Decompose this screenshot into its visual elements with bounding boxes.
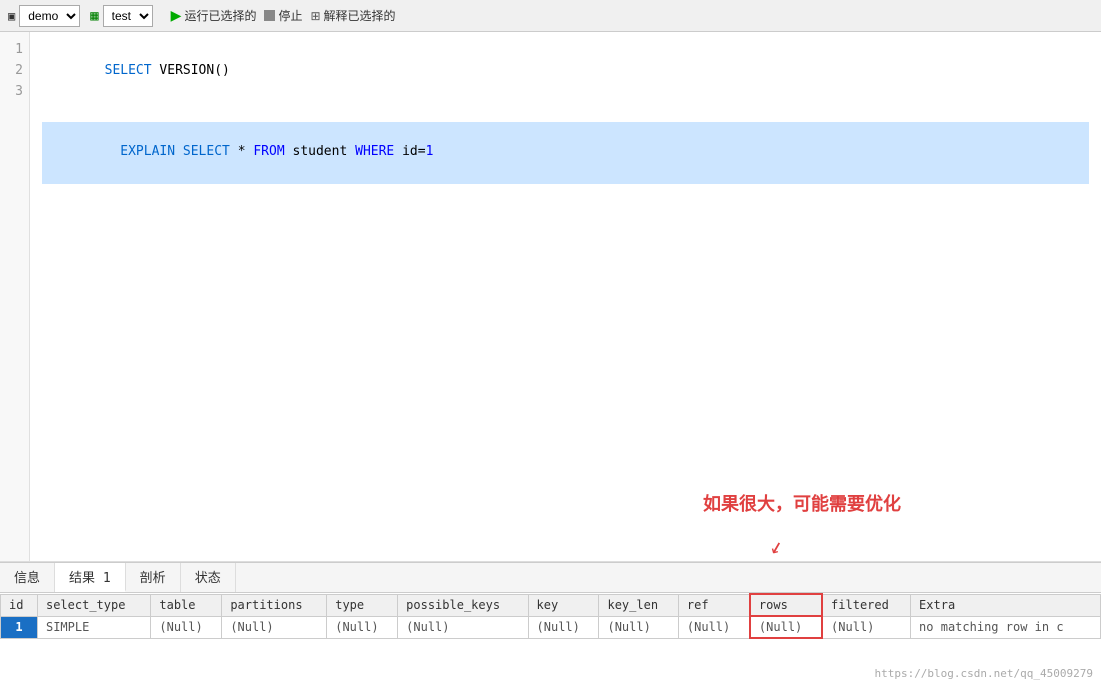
cell-partitions: (Null) — [222, 616, 327, 638]
stop-icon — [264, 10, 275, 21]
tab-profiling[interactable]: 剖析 — [126, 563, 181, 592]
tbl-student: student — [293, 144, 348, 159]
col-header-rows: rows — [750, 594, 822, 616]
val-1: 1 — [426, 144, 434, 159]
bottom-tabs: 信息 结果 1 剖析 状态 — [0, 562, 1101, 593]
run-icon: ▶ — [171, 7, 182, 24]
stop-button[interactable]: 停止 — [264, 7, 302, 24]
explain-icon: ⊞ — [310, 9, 320, 23]
line-numbers: 1 2 3 — [0, 32, 30, 561]
tab-info[interactable]: 信息 — [0, 563, 55, 592]
cell-id: 1 — [1, 616, 38, 638]
code-editor[interactable]: 1 2 3 SELECT VERSION() EXPLAIN SELECT * … — [0, 32, 1101, 562]
table-header-row: id select_type table partitions type pos… — [1, 594, 1101, 616]
cell-ref: (Null) — [678, 616, 750, 638]
code-line-1: SELECT VERSION() — [42, 40, 1089, 60]
col-header-table: table — [151, 594, 222, 616]
kw-select2: SELECT — [183, 144, 230, 159]
kw-from: FROM — [253, 144, 284, 159]
col-header-type: type — [327, 594, 398, 616]
annotation-text: 如果很大，可能需要优化 — [703, 490, 901, 516]
toolbar: ▣ demo ▦ test ▶ 运行已选择的 停止 ⊞ 解释已选择的 — [0, 0, 1101, 32]
main-container: ▣ demo ▦ test ▶ 运行已选择的 停止 ⊞ 解释已选择的 — [0, 0, 1101, 684]
col-header-key-len: key_len — [599, 594, 678, 616]
tab-results[interactable]: 结果 1 — [55, 563, 126, 592]
schema-selector[interactable]: ▦ test — [90, 5, 152, 27]
db-dropdown[interactable]: demo — [19, 5, 80, 27]
kw-explain: EXPLAIN — [120, 144, 175, 159]
explain-label: 解释已选择的 — [324, 7, 396, 24]
highlighted-line: EXPLAIN SELECT * FROM student WHERE id=1 — [42, 122, 1089, 184]
col-header-extra: Extra — [911, 594, 1101, 616]
db-icon: ▣ — [8, 9, 15, 23]
cell-possible-keys: (Null) — [398, 616, 528, 638]
kw-select: SELECT — [105, 63, 152, 78]
watermark: https://blog.csdn.net/qq_45009279 — [874, 667, 1093, 680]
cell-filtered: (Null) — [822, 616, 911, 638]
cell-select-type: SIMPLE — [37, 616, 150, 638]
col-header-ref: ref — [678, 594, 750, 616]
stop-label: 停止 — [278, 7, 302, 24]
explain-button[interactable]: ⊞ 解释已选择的 — [310, 7, 395, 24]
schema-icon: ▦ — [90, 8, 98, 24]
col-header-id: id — [1, 594, 38, 616]
run-label: 运行已选择的 — [184, 7, 256, 24]
table-row: 1 SIMPLE (Null) (Null) (Null) (Null) (Nu… — [1, 616, 1101, 638]
fn-version: VERSION() — [159, 63, 229, 78]
schema-dropdown[interactable]: test — [103, 5, 153, 27]
results-table: id select_type table partitions type pos… — [0, 593, 1101, 639]
code-content[interactable]: SELECT VERSION() EXPLAIN SELECT * FROM s… — [30, 32, 1101, 561]
toolbar-actions: ▶ 运行已选择的 停止 ⊞ 解释已选择的 — [171, 7, 396, 24]
cell-key: (Null) — [528, 616, 599, 638]
cell-type: (Null) — [327, 616, 398, 638]
col-header-filtered: filtered — [822, 594, 911, 616]
cell-key-len: (Null) — [599, 616, 678, 638]
tab-status[interactable]: 状态 — [181, 563, 236, 592]
col-header-partitions: partitions — [222, 594, 327, 616]
cell-extra: no matching row in c — [911, 616, 1101, 638]
db-selector[interactable]: ▣ demo — [8, 5, 80, 27]
kw-where: WHERE — [355, 144, 394, 159]
run-button[interactable]: ▶ 运行已选择的 — [171, 7, 257, 24]
col-header-select-type: select_type — [37, 594, 150, 616]
cell-rows: (Null) — [750, 616, 822, 638]
cell-table: (Null) — [151, 616, 222, 638]
code-line-3: EXPLAIN SELECT * FROM student WHERE id=1 — [42, 80, 1089, 100]
col-header-key: key — [528, 594, 599, 616]
col-id: id — [402, 144, 418, 159]
col-header-possible-keys: possible_keys — [398, 594, 528, 616]
